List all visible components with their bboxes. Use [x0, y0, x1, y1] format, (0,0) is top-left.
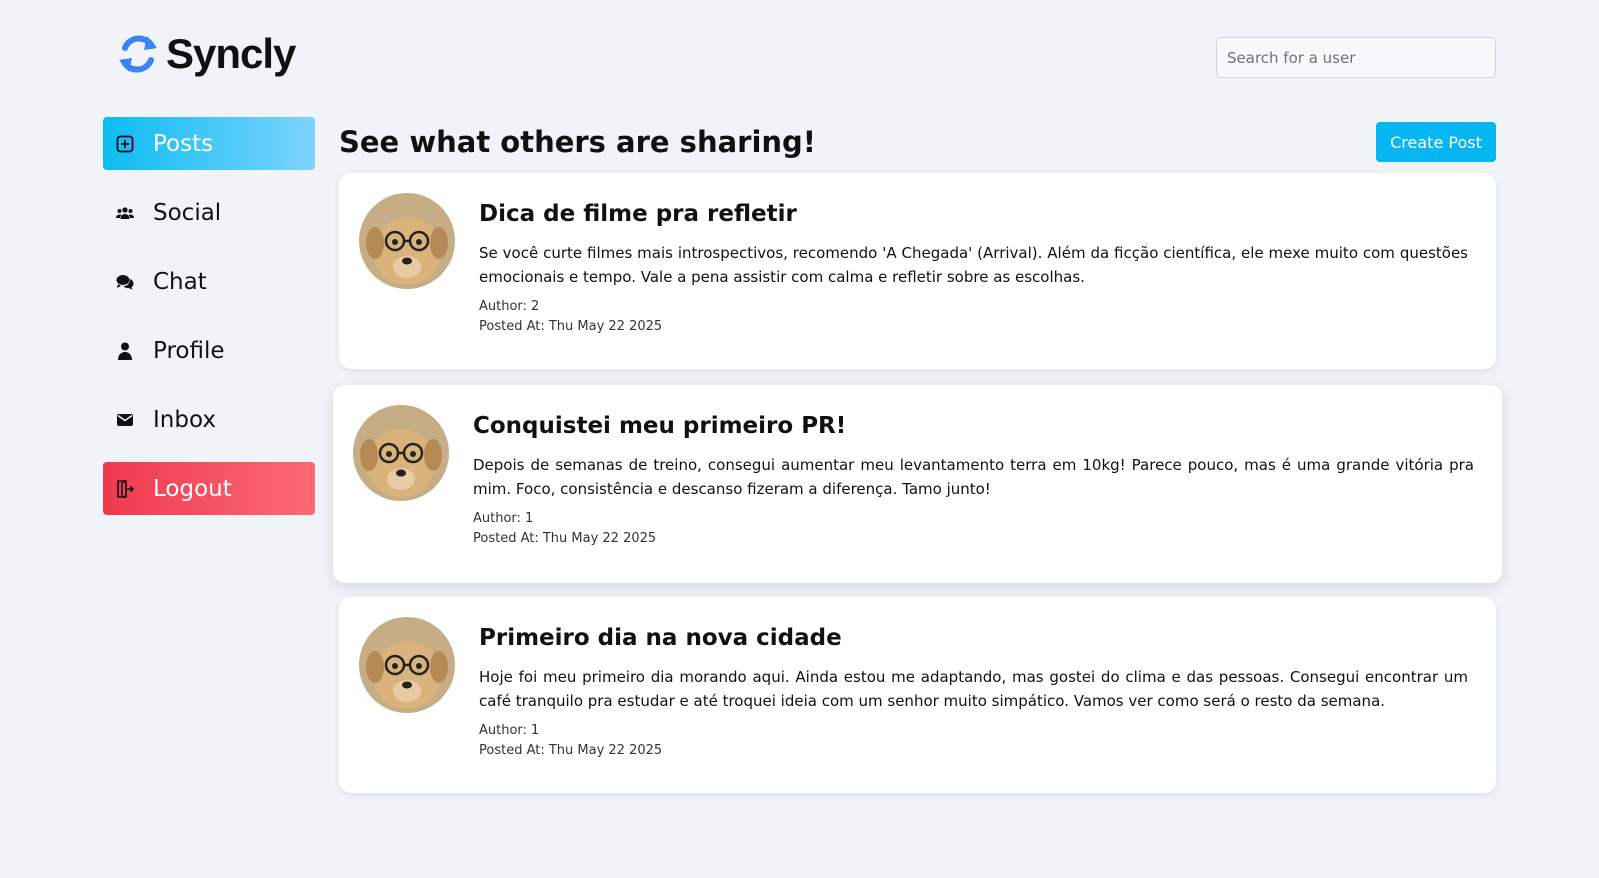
- sidebar-item-inbox[interactable]: Inbox: [103, 393, 315, 446]
- logo[interactable]: Syncly: [116, 30, 296, 78]
- post-card[interactable]: Conquistei meu primeiro PR! Depois de se…: [333, 385, 1502, 583]
- post-author: Author: 1: [479, 723, 540, 738]
- main-content: See what others are sharing! Create Post: [339, 117, 1496, 167]
- avatar[interactable]: [353, 405, 449, 501]
- post-date: Posted At: Thu May 22 2025: [473, 531, 657, 546]
- post-text: Se você curte filmes mais introspectivos…: [479, 244, 1468, 286]
- post-body: Primeiro dia na nova cidade Hoje foi meu…: [479, 625, 1468, 761]
- post-meta: Author: 1 Posted At: Thu May 22 2025: [479, 721, 1468, 761]
- sidebar-item-logout[interactable]: Logout: [103, 462, 315, 515]
- post-date: Posted At: Thu May 22 2025: [479, 319, 663, 334]
- sidebar-item-label: Profile: [153, 337, 225, 364]
- post-text: Hoje foi meu primeiro dia morando aqui. …: [479, 668, 1468, 710]
- post-meta: Author: 1 Posted At: Thu May 22 2025: [473, 509, 1474, 549]
- sidebar-item-label: Chat: [153, 268, 207, 295]
- post-meta: Author: 2 Posted At: Thu May 22 2025: [479, 297, 1468, 337]
- avatar[interactable]: [359, 617, 455, 713]
- users-icon: [115, 203, 135, 223]
- post-author: Author: 2: [479, 299, 540, 314]
- sidebar-item-posts[interactable]: Posts: [103, 117, 315, 170]
- sidebar-item-label: Posts: [153, 130, 214, 157]
- chat-bubbles-icon: [115, 272, 135, 292]
- dog-avatar-icon: [359, 193, 455, 289]
- sidebar-item-label: Logout: [153, 475, 232, 502]
- sidebar: Posts Social Chat Profile Inbox Logout: [103, 117, 315, 531]
- envelope-icon: [115, 410, 135, 430]
- person-icon: [115, 341, 135, 361]
- post-body: Conquistei meu primeiro PR! Depois de se…: [473, 413, 1474, 549]
- create-post-button[interactable]: Create Post: [1376, 122, 1496, 162]
- post-card[interactable]: Dica de filme pra refletir Se você curte…: [339, 173, 1496, 369]
- door-exit-icon: [115, 479, 135, 499]
- search-input[interactable]: [1216, 37, 1496, 78]
- avatar[interactable]: [359, 193, 455, 289]
- sidebar-item-social[interactable]: Social: [103, 186, 315, 239]
- plus-square-icon: [115, 134, 135, 154]
- post-card[interactable]: Primeiro dia na nova cidade Hoje foi meu…: [339, 597, 1496, 793]
- header: Syncly: [0, 0, 1599, 110]
- dog-avatar-icon: [359, 617, 455, 713]
- post-title: Dica de filme pra refletir: [479, 201, 797, 227]
- post-author: Author: 1: [473, 511, 534, 526]
- sidebar-item-label: Social: [153, 199, 222, 226]
- post-body: Dica de filme pra refletir Se você curte…: [479, 201, 1468, 337]
- dog-avatar-icon: [353, 405, 449, 501]
- sidebar-item-chat[interactable]: Chat: [103, 255, 315, 308]
- main-header: See what others are sharing! Create Post: [339, 117, 1496, 167]
- page-title: See what others are sharing!: [339, 125, 817, 159]
- sidebar-item-label: Inbox: [153, 406, 216, 433]
- post-text: Depois de semanas de treino, consegui au…: [473, 456, 1474, 498]
- post-date: Posted At: Thu May 22 2025: [479, 743, 663, 758]
- post-title: Conquistei meu primeiro PR!: [473, 413, 847, 439]
- brand-name: Syncly: [166, 30, 296, 77]
- post-title: Primeiro dia na nova cidade: [479, 625, 842, 651]
- sync-logo-icon: [119, 35, 157, 73]
- sidebar-item-profile[interactable]: Profile: [103, 324, 315, 377]
